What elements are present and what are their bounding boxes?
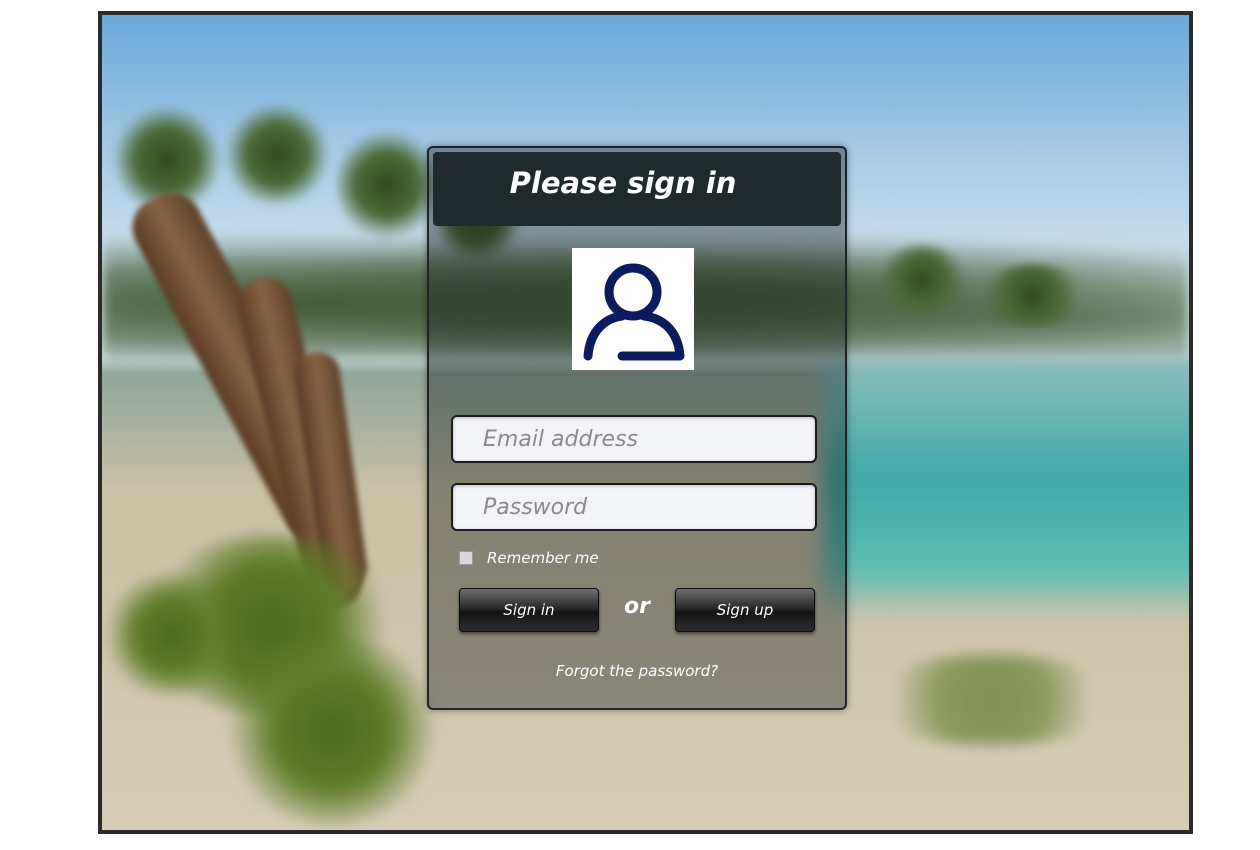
remember-me-checkbox[interactable] <box>459 551 473 565</box>
or-separator: or <box>624 594 650 619</box>
email-field[interactable] <box>451 415 817 463</box>
sign-up-label: Sign up <box>716 601 774 619</box>
password-input[interactable] <box>453 485 815 529</box>
sea-area <box>822 360 1189 620</box>
page-title: Please sign in <box>509 166 737 200</box>
palm-tree-2 <box>222 105 332 205</box>
moss-patch-3 <box>102 575 242 695</box>
email-input[interactable] <box>453 417 815 461</box>
sign-in-label: Sign in <box>503 601 555 619</box>
screen-frame: Please sign in Remember me Sign in or Si… <box>98 11 1193 834</box>
sign-in-button[interactable]: Sign in <box>459 588 599 632</box>
palm-tree-6 <box>972 265 1092 325</box>
sign-in-panel: Please sign in Remember me Sign in or Si… <box>427 146 847 710</box>
forgot-password-link[interactable]: Forgot the password? <box>429 662 845 680</box>
user-outline-icon <box>583 263 685 361</box>
sign-up-button[interactable]: Sign up <box>675 588 815 632</box>
palm-tree-3 <box>337 125 437 245</box>
moss-patch-4 <box>862 655 1122 745</box>
remember-me-row[interactable]: Remember me <box>459 548 599 568</box>
palm-tree-5 <box>872 245 972 315</box>
moss-patch-2 <box>222 635 442 825</box>
panel-header: Please sign in <box>433 152 841 226</box>
remember-me-label: Remember me <box>487 549 599 567</box>
password-field[interactable] <box>451 483 817 531</box>
avatar <box>572 248 694 370</box>
